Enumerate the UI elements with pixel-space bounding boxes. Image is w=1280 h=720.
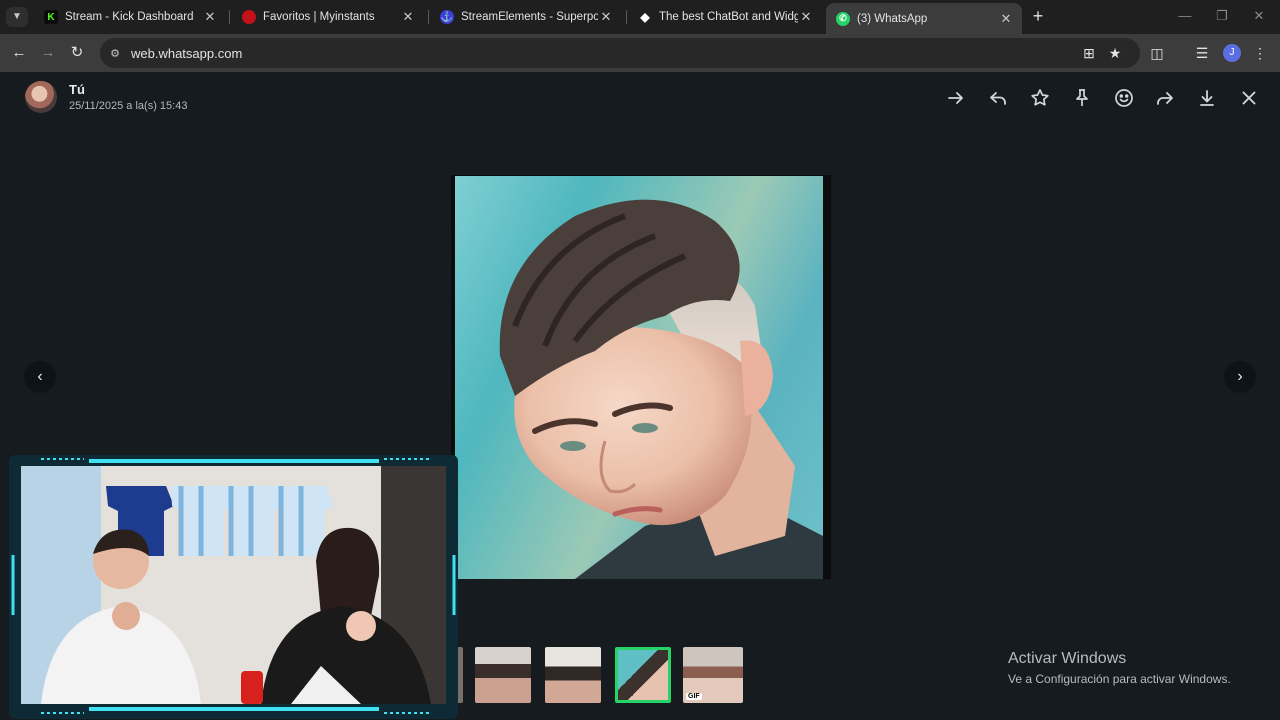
tab-strip: ▼ K Stream - Kick Dashboard ✕ Favoritos … [0, 0, 1280, 34]
pin-icon[interactable] [1071, 87, 1093, 109]
share-icon[interactable] [1154, 87, 1176, 109]
thumbnail[interactable] [475, 647, 531, 703]
kick-icon: K [44, 10, 58, 24]
tab-divider [428, 10, 429, 24]
tab-close-icon[interactable]: ✕ [202, 9, 218, 25]
media-image[interactable] [455, 176, 823, 579]
tab-title: StreamElements - Superposicio [461, 11, 598, 23]
webcam-overlay [9, 455, 458, 719]
tab-close-icon[interactable]: ✕ [798, 9, 814, 25]
star-icon[interactable] [1029, 87, 1051, 109]
back-icon[interactable]: ← [8, 42, 30, 64]
next-media-button[interactable]: › [1224, 361, 1256, 393]
thumbnail[interactable] [545, 647, 601, 703]
new-tab-button[interactable]: + [1028, 6, 1048, 26]
forward-nav-icon[interactable]: → [37, 42, 59, 64]
tab-divider [229, 10, 230, 24]
profile-avatar[interactable]: J [1223, 44, 1241, 62]
tab-title: The best ChatBot and Widgets [659, 11, 798, 23]
sender-name: Tú [69, 82, 85, 97]
restore-icon[interactable]: ❐ [1213, 8, 1231, 24]
menu-icon[interactable]: ⋮ [1250, 43, 1270, 63]
thumbnail-gif[interactable]: GIF [683, 647, 743, 703]
tab-divider [626, 10, 627, 24]
diamond-icon: ◆ [640, 10, 650, 24]
close-window-icon[interactable]: ✕ [1250, 8, 1268, 24]
reload-icon[interactable]: ↻ [66, 42, 88, 64]
tab-search-button[interactable]: ▼ [6, 7, 28, 27]
reply-icon[interactable] [987, 87, 1009, 109]
whatsapp-icon: ✆ [836, 11, 850, 26]
forward-icon[interactable] [945, 87, 967, 109]
install-app-icon[interactable]: ⊞ [1080, 44, 1098, 62]
tab-myinstants[interactable]: Favoritos | Myinstants ✕ [232, 4, 424, 30]
tab-close-icon[interactable]: ✕ [400, 9, 416, 25]
tab-chatbot[interactable]: ◆ The best ChatBot and Widgets ✕ [628, 4, 822, 30]
close-icon[interactable] [1238, 87, 1260, 109]
tab-kick[interactable]: K Stream - Kick Dashboard ✕ [34, 4, 226, 30]
minimize-icon[interactable]: — [1176, 8, 1194, 23]
address-bar[interactable]: ⚙ web.whatsapp.com ⊞ ★ [100, 38, 1140, 68]
tab-title: Favoritos | Myinstants [263, 11, 375, 23]
browser-toolbar: ← → ↻ ⚙ web.whatsapp.com ⊞ ★ ◫ ☰ ⋮ [0, 34, 1280, 72]
extensions-icon[interactable]: ◫ [1147, 43, 1167, 63]
tab-title: Stream - Kick Dashboard [65, 11, 194, 23]
url-text: web.whatsapp.com [131, 45, 243, 61]
gif-badge: GIF [686, 693, 702, 700]
message-timestamp: 25/11/2025 a la(s) 15:43 [69, 100, 188, 112]
media-control-icon[interactable]: ☰ [1192, 43, 1212, 63]
download-icon[interactable] [1196, 87, 1218, 109]
thumbnail-selected[interactable] [615, 647, 671, 703]
tab-streamelements[interactable]: ⚓ StreamElements - Superposicio ✕ [430, 4, 622, 30]
streamelements-icon: ⚓ [440, 10, 454, 24]
avatar[interactable] [25, 81, 57, 113]
windows-activation-subtitle: Ve a Configuración para activar Windows. [1008, 672, 1231, 686]
emoji-icon[interactable] [1113, 87, 1135, 109]
myinstants-icon [242, 10, 256, 24]
previous-media-button[interactable]: ‹ [24, 361, 56, 393]
site-info-icon[interactable]: ⚙ [108, 46, 122, 60]
tab-whatsapp[interactable]: ✆ (3) WhatsApp ✕ [826, 3, 1022, 34]
bookmark-star-icon[interactable]: ★ [1106, 44, 1124, 62]
tab-title: (3) WhatsApp [857, 12, 928, 25]
webcam-feed [21, 466, 446, 704]
windows-activation-title: Activar Windows [1008, 650, 1127, 667]
tab-close-icon[interactable]: ✕ [598, 9, 614, 25]
tab-close-icon[interactable]: ✕ [998, 11, 1014, 27]
